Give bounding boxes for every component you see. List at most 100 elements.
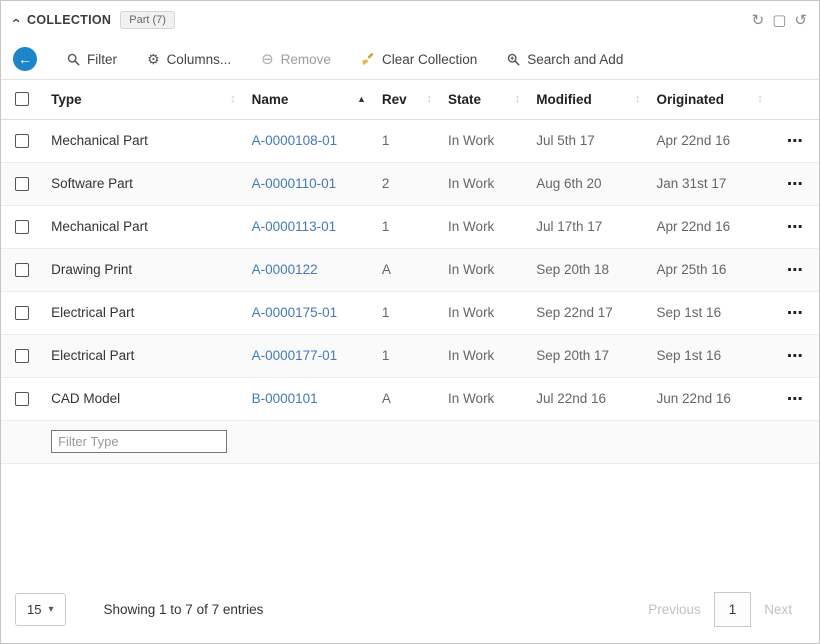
page-size-select[interactable]: 15 ▾: [15, 593, 66, 626]
table-row: Mechanical Part A-0000113-01 1 In Work J…: [1, 205, 819, 248]
part-name-link[interactable]: A-0000175-01: [252, 305, 338, 320]
table-header-row: Type↕ Name▲ Rev↕ State↕ Modified↕ Origin…: [1, 80, 819, 119]
originated-cell: Apr 22nd 16: [649, 205, 771, 248]
row-checkbox[interactable]: [15, 306, 29, 320]
search-and-add-button[interactable]: Search and Add: [507, 52, 623, 67]
part-name-link[interactable]: A-0000177-01: [252, 348, 338, 363]
entries-summary: Showing 1 to 7 of 7 entries: [104, 602, 264, 617]
part-name-link[interactable]: A-0000108-01: [252, 133, 338, 148]
previous-page-button[interactable]: Previous: [635, 593, 714, 626]
collapse-chevron-icon[interactable]: ›: [8, 18, 23, 23]
row-menu-icon[interactable]: ⋯: [771, 334, 819, 377]
sort-both-icon: ↕: [427, 93, 433, 105]
state-cell: In Work: [440, 377, 528, 420]
filter-label: Filter: [87, 52, 117, 67]
originated-cell: Sep 1st 16: [649, 334, 771, 377]
collection-table: Type↕ Name▲ Rev↕ State↕ Modified↕ Origin…: [1, 80, 819, 464]
column-header-name[interactable]: Name ▲: [244, 80, 374, 119]
filter-button[interactable]: Filter: [67, 52, 117, 67]
rev-cell: 1: [374, 291, 440, 334]
clear-collection-label: Clear Collection: [382, 52, 477, 67]
originated-cell: Apr 25th 16: [649, 248, 771, 291]
row-checkbox[interactable]: [15, 392, 29, 406]
minus-circle-icon: ⊖: [261, 52, 274, 67]
originated-cell: Apr 22nd 16: [649, 119, 771, 162]
row-checkbox[interactable]: [15, 349, 29, 363]
sort-ascending-icon: ▲: [357, 94, 366, 104]
sort-both-icon: ↕: [230, 93, 236, 105]
broom-icon: [361, 52, 375, 66]
magnifier-icon: [67, 53, 80, 66]
part-name-link[interactable]: A-0000113-01: [252, 219, 337, 234]
state-cell: In Work: [440, 205, 528, 248]
revert-icon[interactable]: ↺: [794, 13, 807, 28]
modified-cell: Sep 20th 17: [528, 334, 648, 377]
row-menu-icon[interactable]: ⋯: [771, 291, 819, 334]
rev-cell: 1: [374, 119, 440, 162]
row-menu-icon[interactable]: ⋯: [771, 119, 819, 162]
column-header-state[interactable]: State↕: [440, 80, 528, 119]
modified-cell: Sep 20th 18: [528, 248, 648, 291]
collection-panel: › COLLECTION Part (7) ↻ ▢ ↺ ← Filter ⚙ C…: [0, 0, 820, 644]
table-row: Software Part A-0000110-01 2 In Work Aug…: [1, 162, 819, 205]
filter-type-input[interactable]: [51, 430, 227, 453]
current-page-button[interactable]: 1: [714, 592, 752, 627]
column-header-modified[interactable]: Modified ↕: [528, 80, 648, 119]
window-icon[interactable]: ▢: [772, 13, 786, 28]
modified-cell: Aug 6th 20: [528, 162, 648, 205]
refresh-icon[interactable]: ↻: [752, 13, 765, 28]
originated-cell: Jun 22nd 16: [649, 377, 771, 420]
table-row: CAD Model B-0000101 A In Work Jul 22nd 1…: [1, 377, 819, 420]
rev-cell: A: [374, 248, 440, 291]
remove-button[interactable]: ⊖ Remove: [261, 52, 331, 67]
type-cell: Electrical Part: [43, 334, 243, 377]
column-header-type[interactable]: Type↕: [43, 80, 243, 119]
panel-title: COLLECTION: [27, 13, 111, 27]
part-name-link[interactable]: B-0000101: [252, 391, 318, 406]
part-name-link[interactable]: A-0000122: [252, 262, 318, 277]
columns-button[interactable]: ⚙ Columns...: [147, 52, 231, 67]
part-name-link[interactable]: A-0000110-01: [252, 176, 337, 191]
sort-both-icon: ↕: [635, 93, 641, 105]
rev-cell: 1: [374, 205, 440, 248]
search-and-add-label: Search and Add: [527, 52, 623, 67]
type-cell: Electrical Part: [43, 291, 243, 334]
modified-cell: Jul 17th 17: [528, 205, 648, 248]
caret-down-icon: ▾: [48, 604, 53, 615]
column-header-rev[interactable]: Rev ↕: [374, 80, 440, 119]
pagination: Previous 1 Next: [635, 592, 805, 627]
table-footer: 15 ▾ Showing 1 to 7 of 7 entries Previou…: [1, 580, 819, 643]
back-button[interactable]: ←: [13, 47, 37, 71]
type-cell: CAD Model: [43, 377, 243, 420]
modified-header-label: Modified: [536, 92, 592, 107]
originated-cell: Jan 31st 17: [649, 162, 771, 205]
page-size-value: 15: [27, 602, 41, 617]
row-menu-icon[interactable]: ⋯: [771, 248, 819, 291]
table-row: Mechanical Part A-0000108-01 1 In Work J…: [1, 119, 819, 162]
back-arrow-icon: ←: [18, 51, 32, 67]
columns-label: Columns...: [167, 52, 232, 67]
rev-cell: A: [374, 377, 440, 420]
state-header-label: State: [448, 92, 481, 107]
column-header-originated[interactable]: Originated↕: [649, 80, 771, 119]
next-page-button[interactable]: Next: [751, 593, 805, 626]
state-cell: In Work: [440, 334, 528, 377]
name-header-label: Name: [252, 92, 289, 107]
row-menu-icon[interactable]: ⋯: [771, 205, 819, 248]
select-all-checkbox[interactable]: [15, 92, 29, 106]
sort-both-icon: ↕: [757, 93, 763, 105]
state-cell: In Work: [440, 162, 528, 205]
modified-cell: Jul 22nd 16: [528, 377, 648, 420]
row-checkbox[interactable]: [15, 134, 29, 148]
magnifier-plus-icon: [507, 53, 520, 66]
row-checkbox[interactable]: [15, 220, 29, 234]
filter-row: [1, 420, 819, 463]
row-checkbox[interactable]: [15, 177, 29, 191]
row-checkbox[interactable]: [15, 263, 29, 277]
panel-titlebar: › COLLECTION Part (7) ↻ ▢ ↺: [1, 1, 819, 39]
type-cell: Drawing Print: [43, 248, 243, 291]
clear-collection-button[interactable]: Clear Collection: [361, 52, 477, 67]
rev-header-label: Rev: [382, 92, 407, 107]
row-menu-icon[interactable]: ⋯: [771, 377, 819, 420]
row-menu-icon[interactable]: ⋯: [771, 162, 819, 205]
